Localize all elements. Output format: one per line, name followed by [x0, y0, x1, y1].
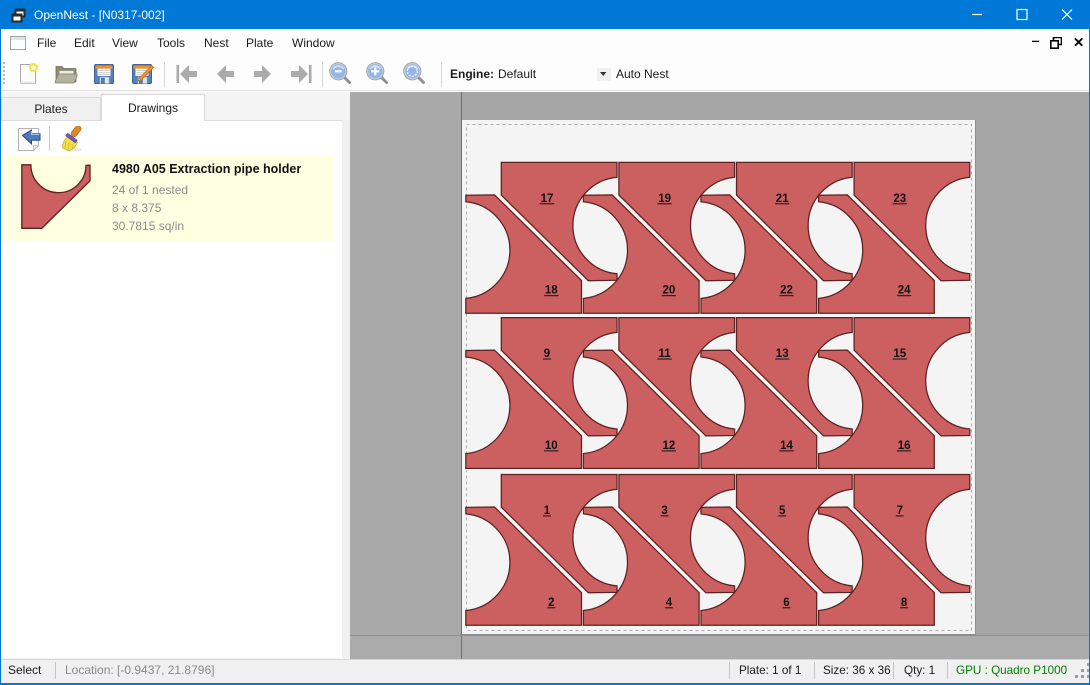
- svg-text:7: 7: [897, 505, 903, 517]
- svg-text:11: 11: [659, 348, 672, 360]
- svg-text:16: 16: [898, 440, 911, 452]
- svg-text:8: 8: [901, 597, 908, 609]
- svg-text:17: 17: [541, 193, 554, 205]
- svg-text:3: 3: [661, 505, 667, 517]
- svg-text:12: 12: [663, 440, 676, 452]
- svg-text:4: 4: [666, 597, 673, 609]
- svg-text:15: 15: [893, 348, 906, 360]
- svg-text:20: 20: [663, 285, 676, 297]
- svg-text:21: 21: [776, 193, 789, 205]
- svg-text:6: 6: [783, 597, 789, 609]
- svg-text:13: 13: [776, 348, 789, 360]
- svg-text:19: 19: [658, 193, 671, 205]
- svg-text:2: 2: [548, 597, 554, 609]
- svg-text:23: 23: [893, 193, 906, 205]
- svg-text:22: 22: [780, 285, 793, 297]
- svg-text:5: 5: [779, 505, 786, 517]
- svg-text:9: 9: [544, 348, 550, 360]
- svg-text:18: 18: [545, 285, 558, 297]
- svg-text:1: 1: [544, 505, 551, 517]
- svg-text:14: 14: [780, 440, 793, 452]
- svg-text:10: 10: [545, 440, 558, 452]
- svg-text:24: 24: [898, 285, 911, 297]
